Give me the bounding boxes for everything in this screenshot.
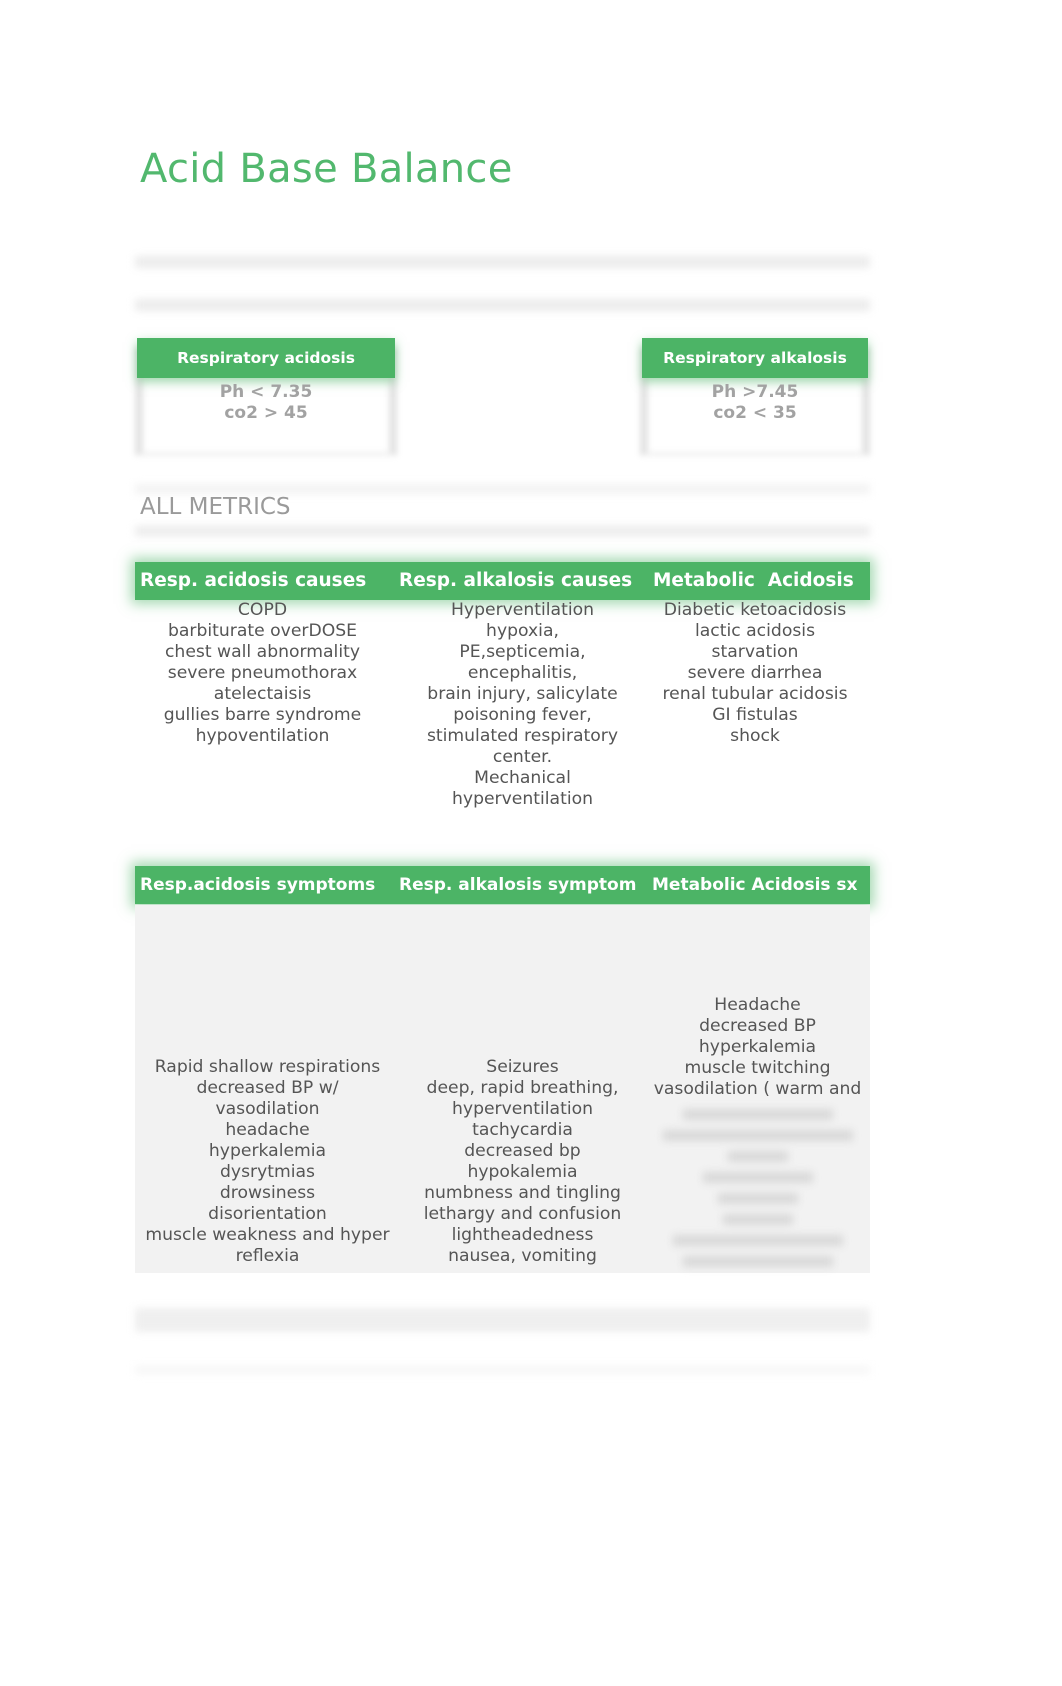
list-item: hyperkalemia xyxy=(698,1037,817,1057)
list-item: hyperventilation xyxy=(452,1099,593,1119)
list-item: chest wall abnormality xyxy=(164,642,361,662)
list-item: Mechanical xyxy=(474,768,571,788)
header-resp-alkalosis-causes: Resp. alkalosis causes xyxy=(399,570,633,591)
list-item: severe pneumothorax xyxy=(167,663,358,683)
list-item: numbness and tingling xyxy=(424,1183,621,1203)
header-resp-alkalosis-symptoms: Resp. alkalosis symptom xyxy=(399,875,637,895)
list-item: lactic acidosis xyxy=(694,621,816,641)
list-item: gullies barre syndrome xyxy=(163,705,362,725)
symptoms-header-band: Resp.acidosis symptoms Resp. alkalosis s… xyxy=(135,866,870,904)
symptoms-column-resp-acidosis: Rapid shallow respirations decreased BP w… xyxy=(135,1057,400,1267)
list-item: lightheadedness xyxy=(451,1225,594,1245)
blurred-content-bar xyxy=(135,526,870,536)
blurred-content-bar xyxy=(135,256,870,268)
list-item: renal tubular acidosis xyxy=(662,684,848,704)
list-item: Headache xyxy=(714,995,801,1015)
list-item: dysrytmias xyxy=(219,1162,316,1182)
list-item: COPD xyxy=(237,600,288,620)
document-page: Acid Base Balance Respiratory acidosis P… xyxy=(0,0,1062,1686)
list-item: hyperventilation xyxy=(452,789,593,809)
list-item: muscle weakness and hyper xyxy=(145,1225,390,1245)
co2-range: co2 > 45 xyxy=(224,403,308,423)
list-item: tachycardia xyxy=(472,1120,573,1140)
list-item: GI fistulas xyxy=(712,705,798,725)
header-resp-acidosis-symptoms: Resp.acidosis symptoms xyxy=(140,875,376,895)
list-item: vasodilation ( warm and xyxy=(653,1079,862,1099)
ph-range: Ph < 7.35 xyxy=(219,382,313,402)
card-respiratory-acidosis: Respiratory acidosis Ph < 7.35 co2 > 45 xyxy=(135,338,397,456)
list-item: Seizures xyxy=(486,1057,559,1077)
causes-header-band: Resp. acidosis causes Resp. alkalosis ca… xyxy=(135,562,870,600)
ph-range: Ph >7.45 xyxy=(711,382,799,402)
list-item: muscle twitching xyxy=(684,1058,831,1078)
blurred-content-bar xyxy=(135,1366,870,1374)
list-item: hypoxia, xyxy=(486,621,559,641)
card-values: Ph >7.45 co2 < 35 xyxy=(640,382,870,424)
card-values: Ph < 7.35 co2 > 45 xyxy=(135,382,397,424)
card-respiratory-alkalosis: Respiratory alkalosis Ph >7.45 co2 < 35 xyxy=(640,338,870,456)
list-item: drowsiness xyxy=(219,1183,316,1203)
list-item: vasodilation xyxy=(215,1099,320,1119)
co2-range: co2 < 35 xyxy=(713,403,797,423)
list-item: decreased bp xyxy=(464,1141,581,1161)
blurred-content-bar xyxy=(135,484,870,494)
list-item: starvation xyxy=(711,642,799,662)
blurred-content-bar xyxy=(135,1308,870,1332)
list-item: headache xyxy=(225,1120,310,1140)
list-item: decreased BP w/ xyxy=(196,1078,339,1098)
blurred-content-bar xyxy=(135,299,870,311)
list-item: lethargy and confusion xyxy=(423,1204,622,1224)
list-item: brain injury, salicylate xyxy=(427,684,618,704)
list-item: shock xyxy=(730,726,780,746)
causes-column-resp-acidosis: COPD barbiturate overDOSE chest wall abnor… xyxy=(135,600,390,747)
symptoms-column-resp-alkalosis: Seizures deep, rapid breathing, hyperventi… xyxy=(395,1057,650,1267)
section-label: ALL METRICS xyxy=(140,494,291,520)
list-item: decreased BP xyxy=(699,1016,816,1036)
page-title: Acid Base Balance xyxy=(140,146,513,192)
list-item: Hyperventilation xyxy=(450,600,595,620)
header-resp-acidosis-causes: Resp. acidosis causes xyxy=(140,570,367,591)
list-item: atelectaisis xyxy=(213,684,312,704)
list-item: Diabetic ketoacidosis xyxy=(663,600,847,620)
header-metabolic-acidosis-sx: Metabolic Acidosis sx xyxy=(652,875,858,895)
list-item: hypoventilation xyxy=(195,726,330,746)
symptoms-column-metabolic-acidosis: Headache decreased BP hyperkalemia muscle t… xyxy=(640,995,875,1100)
list-item: hyperkalemia xyxy=(208,1141,327,1161)
list-item: disorientation xyxy=(208,1204,327,1224)
list-item: severe diarrhea xyxy=(687,663,823,683)
list-item: encephalitis, xyxy=(467,663,578,683)
list-item: reflexia xyxy=(235,1246,300,1266)
list-item: Rapid shallow respirations xyxy=(154,1057,381,1077)
header-metabolic-acidosis: Metabolic Acidosis xyxy=(653,570,854,591)
causes-column-metabolic-acidosis: Diabetic ketoacidosis lactic acidosis star… xyxy=(640,600,870,747)
list-item: stimulated respiratory xyxy=(426,726,619,746)
list-item: barbiturate overDOSE xyxy=(167,621,358,641)
card-header: Respiratory acidosis xyxy=(137,338,395,378)
causes-column-resp-alkalosis: Hyperventilation hypoxia, PE,septicemia, en… xyxy=(395,600,650,810)
list-item: PE,septicemia, xyxy=(459,642,586,662)
list-item: hypokalemia xyxy=(467,1162,578,1182)
list-item: deep, rapid breathing, xyxy=(426,1078,619,1098)
list-item: center. xyxy=(492,747,553,767)
card-header: Respiratory alkalosis xyxy=(642,338,868,378)
list-item: nausea, vomiting xyxy=(448,1246,597,1266)
obscured-text-block xyxy=(650,1103,865,1267)
list-item: poisoning fever, xyxy=(453,705,592,725)
